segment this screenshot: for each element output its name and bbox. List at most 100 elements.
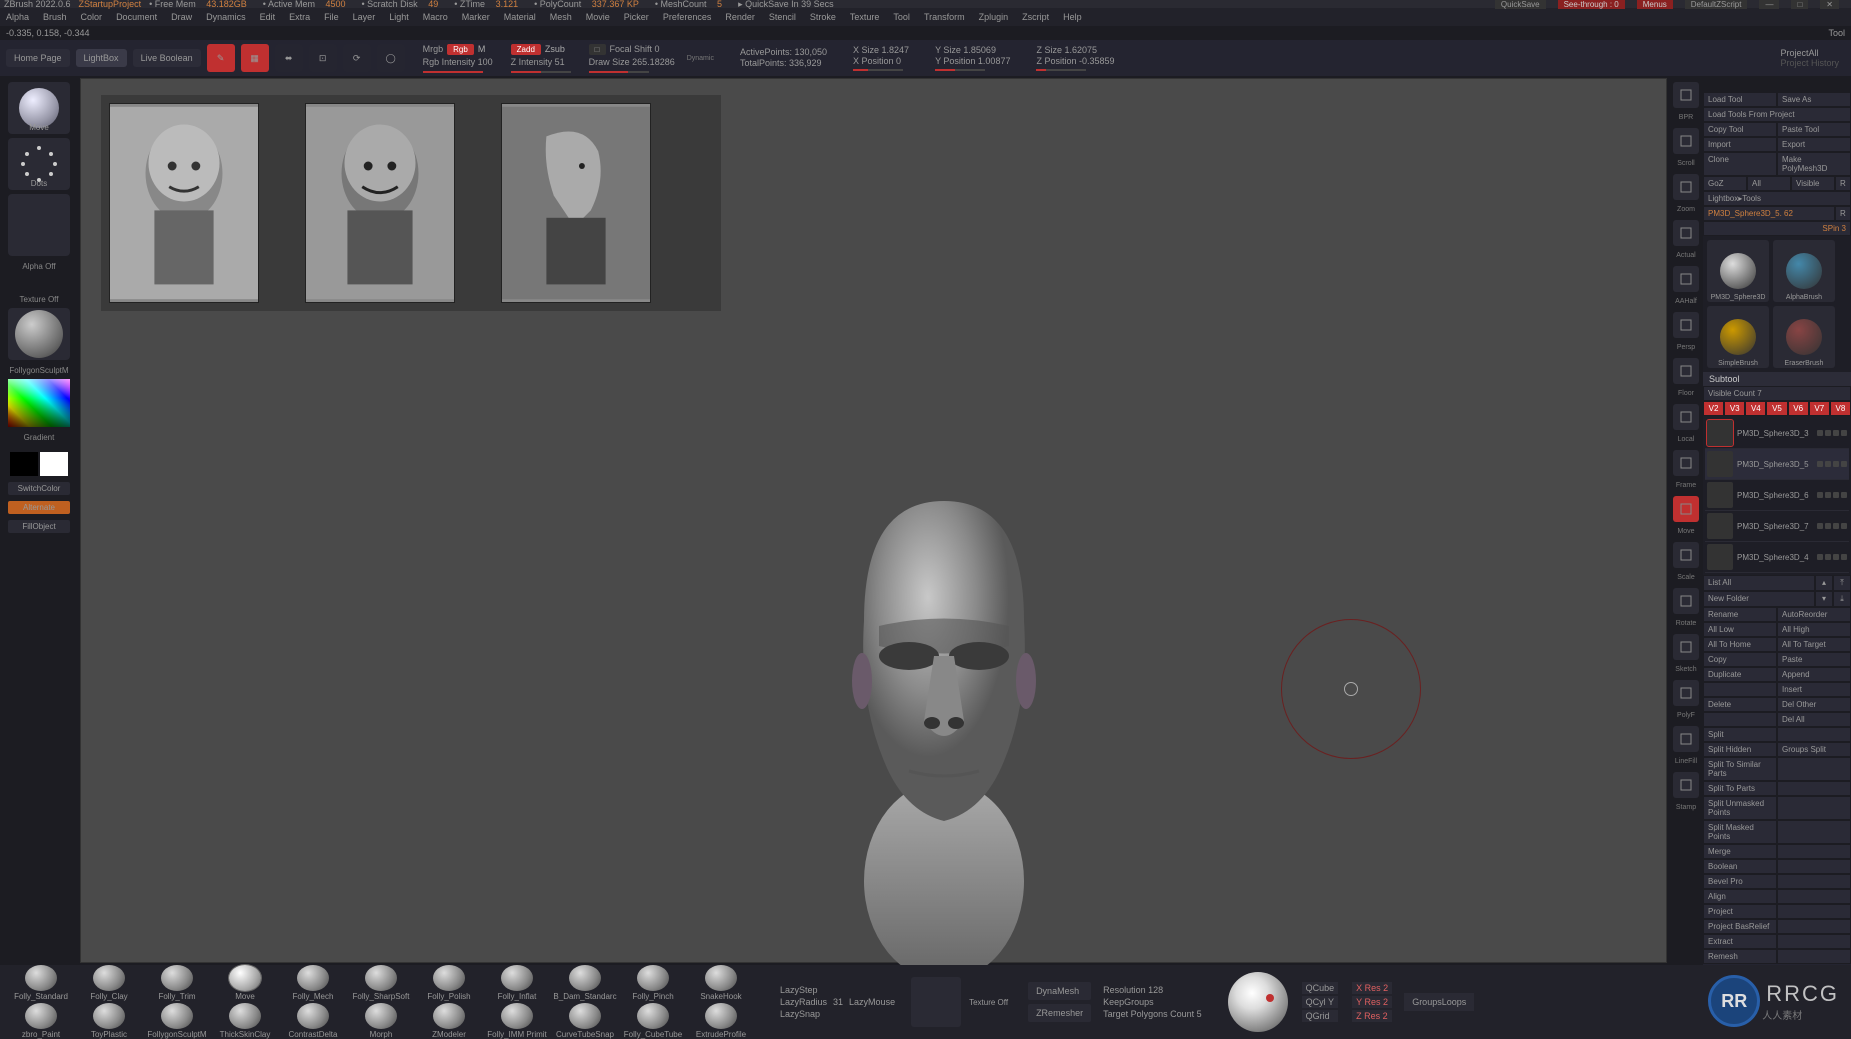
brush-zbro_paint[interactable]: zbro_Paint — [8, 1003, 74, 1039]
subtool-item[interactable]: PM3D_Sphere3D_6 — [1705, 480, 1849, 511]
viewport[interactable] — [80, 78, 1667, 963]
brush-folly_inflat[interactable]: Folly_Inflat — [484, 965, 550, 1001]
menu-dynamics[interactable]: Dynamics — [206, 12, 246, 22]
menu-edit[interactable]: Edit — [260, 12, 276, 22]
alternate-button[interactable]: Alternate — [8, 501, 70, 514]
swatch-secondary[interactable] — [10, 452, 38, 476]
ref-image-1[interactable] — [109, 103, 259, 303]
yres-slider[interactable]: Y Res 2 — [1352, 996, 1392, 1008]
sculpt-mesh[interactable] — [804, 461, 1084, 983]
keepgroups-toggle[interactable]: KeepGroups — [1103, 997, 1202, 1007]
op-button[interactable]: AutoReorder — [1777, 607, 1851, 622]
menu-stencil[interactable]: Stencil — [769, 12, 796, 22]
op-button[interactable]: Split Hidden — [1703, 742, 1777, 757]
menu-tool[interactable]: Tool — [893, 12, 910, 22]
project-all-button[interactable]: ProjectAll — [1780, 48, 1839, 58]
gizmo-icon[interactable]: ◯ — [377, 44, 405, 72]
paste-tool-button[interactable]: Paste Tool — [1777, 122, 1851, 137]
bpr-icon[interactable] — [1673, 82, 1699, 108]
brush-folly_trim[interactable]: Folly_Trim — [144, 965, 210, 1001]
move-icon[interactable] — [1673, 496, 1699, 522]
brush-folly_cubetube[interactable]: Folly_CubeTube — [620, 1003, 686, 1039]
op-button[interactable]: All High — [1777, 622, 1851, 637]
menu-movie[interactable]: Movie — [586, 12, 610, 22]
lazyradius-slider[interactable]: LazyRadius — [780, 997, 827, 1007]
menu-preferences[interactable]: Preferences — [663, 12, 712, 22]
menu-macro[interactable]: Macro — [423, 12, 448, 22]
mrgb-toggle[interactable]: Mrgb — [423, 44, 444, 54]
brush-morph[interactable]: Morph — [348, 1003, 414, 1039]
texture-slot[interactable] — [911, 977, 961, 1027]
goz-r-button[interactable]: R — [1835, 176, 1851, 191]
brush-move[interactable]: Move — [212, 965, 278, 1001]
window-close-icon[interactable]: ✕ — [1820, 0, 1839, 9]
scale-icon[interactable] — [1673, 542, 1699, 568]
op-button[interactable]: Split To Similar Parts — [1703, 757, 1777, 781]
brush-toyplastic[interactable]: ToyPlastic — [76, 1003, 142, 1039]
menu-mesh[interactable]: Mesh — [550, 12, 572, 22]
swatch-primary[interactable] — [40, 452, 68, 476]
groupsloops-button[interactable]: GroupsLoops — [1404, 993, 1474, 1011]
defaultscript-button[interactable]: DefaultZScript — [1685, 0, 1748, 9]
resolution-slider[interactable]: Resolution 128 — [1103, 985, 1202, 995]
op-button[interactable]: All To Target — [1777, 637, 1851, 652]
menu-transform[interactable]: Transform — [924, 12, 965, 22]
brush-selector[interactable]: Move — [8, 82, 70, 134]
layer-tab[interactable]: V7 — [1809, 401, 1830, 416]
rgb-toggle[interactable]: Rgb — [447, 44, 474, 55]
lazystep-slider[interactable]: LazyStep — [780, 985, 818, 995]
brush-thickskinclay[interactable]: ThickSkinClay — [212, 1003, 278, 1039]
focal-shift-slider[interactable]: Focal Shift 0 — [610, 44, 660, 54]
op-button[interactable]: Delete — [1703, 697, 1777, 712]
subtool-header[interactable]: Subtool — [1703, 372, 1851, 386]
op-button[interactable]: Project BasRelief — [1703, 919, 1777, 934]
ref-image-2[interactable] — [305, 103, 455, 303]
op-button[interactable]: Duplicate — [1703, 667, 1777, 682]
brush-snakehook[interactable]: SnakeHook — [688, 965, 754, 1001]
actual-icon[interactable] — [1673, 220, 1699, 246]
tool-menu-header[interactable]: Tool — [1828, 28, 1845, 38]
brush-curvetubesnap[interactable]: CurveTubeSnap — [552, 1003, 618, 1039]
menu-zplugin[interactable]: Zplugin — [979, 12, 1009, 22]
qgrid-button[interactable]: QGrid — [1302, 1010, 1339, 1022]
layer-tab[interactable]: V2 — [1703, 401, 1724, 416]
menu-alpha[interactable]: Alpha — [6, 12, 29, 22]
move-mode-icon[interactable]: ⬌ — [275, 44, 303, 72]
op-button[interactable]: Paste — [1777, 652, 1851, 667]
stamp-icon[interactable] — [1673, 772, 1699, 798]
export-button[interactable]: Export — [1777, 137, 1851, 152]
menu-stroke[interactable]: Stroke — [810, 12, 836, 22]
goz-button[interactable]: GoZ — [1703, 176, 1747, 191]
aahalf-icon[interactable] — [1673, 266, 1699, 292]
menu-color[interactable]: Color — [81, 12, 103, 22]
seethrough-slider[interactable]: See-through : 0 — [1558, 0, 1625, 9]
subtool-item[interactable]: PM3D_Sphere3D_5 — [1705, 449, 1849, 480]
op-button[interactable]: Rename — [1703, 607, 1777, 622]
local-icon[interactable] — [1673, 404, 1699, 430]
draw-size-slider[interactable]: Draw Size 265.18286 — [589, 57, 675, 67]
zsub-toggle[interactable]: Zsub — [545, 44, 565, 54]
lightbox-tools-button[interactable]: Lightbox▸Tools — [1703, 191, 1851, 206]
move-down-icon[interactable]: ▾ — [1815, 591, 1833, 607]
window-max-icon[interactable]: □ — [1791, 0, 1808, 9]
op-button[interactable]: Bevel Pro — [1703, 874, 1777, 889]
persp-icon[interactable] — [1673, 312, 1699, 338]
move-bottom-icon[interactable]: ⤓ — [1833, 591, 1851, 607]
op-button[interactable]: Del All — [1777, 712, 1851, 727]
sketch-icon[interactable] — [1673, 634, 1699, 660]
lazysnap-slider[interactable]: LazySnap — [780, 1009, 820, 1019]
xres-slider[interactable]: X Res 2 — [1352, 982, 1392, 994]
rgb-intensity-slider[interactable]: Rgb Intensity 100 — [423, 57, 493, 67]
op-button[interactable]: Insert — [1777, 682, 1851, 697]
import-button[interactable]: Import — [1703, 137, 1777, 152]
target-polycount-slider[interactable]: Target Polygons Count 5 — [1103, 1009, 1202, 1019]
save-as-button[interactable]: Save As — [1777, 92, 1851, 107]
op-button[interactable]: Extract — [1703, 934, 1777, 949]
window-min-icon[interactable]: — — [1759, 0, 1779, 9]
switchcolor-button[interactable]: SwitchColor — [8, 482, 70, 495]
menu-render[interactable]: Render — [725, 12, 755, 22]
brush-zmodeler[interactable]: ZModeler — [416, 1003, 482, 1039]
color-picker[interactable] — [8, 379, 70, 427]
brush-b_dam_standarc[interactable]: B_Dam_Standarc — [552, 965, 618, 1001]
dynamesh-button[interactable]: DynaMesh — [1028, 982, 1091, 1000]
